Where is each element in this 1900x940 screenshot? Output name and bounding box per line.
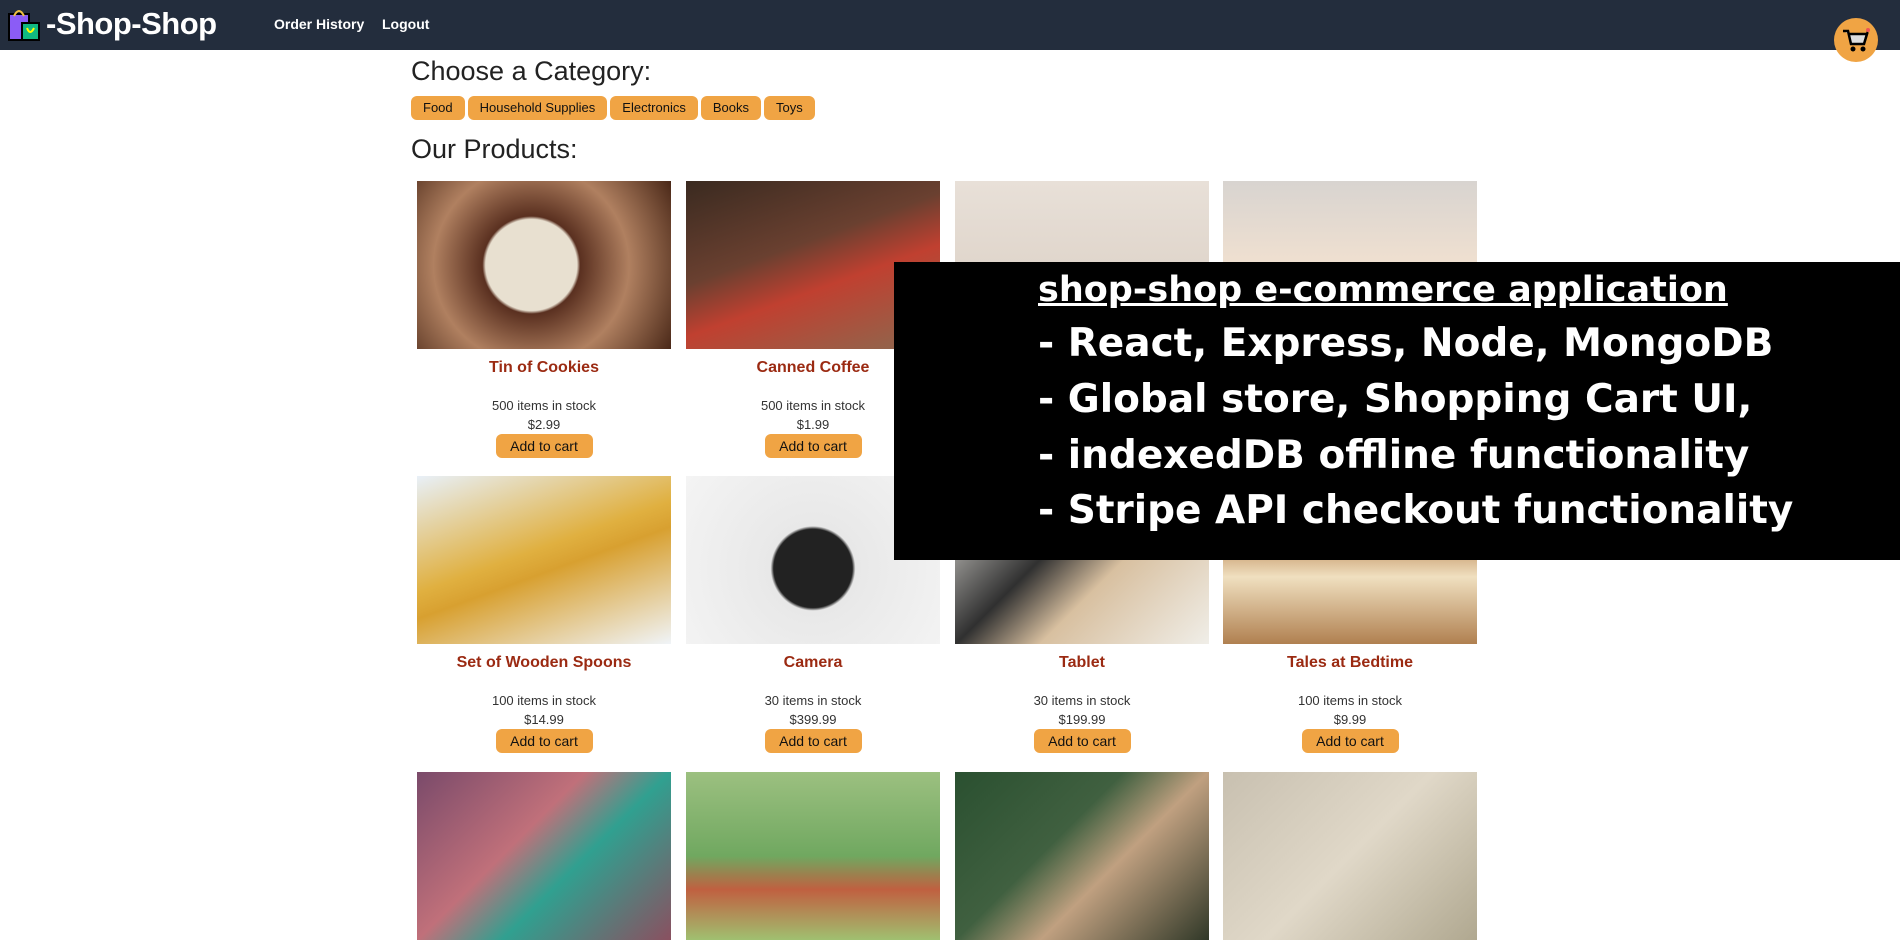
category-household-supplies[interactable]: Household Supplies: [467, 96, 608, 120]
product-name[interactable]: Tin of Cookies: [417, 359, 671, 379]
product-name[interactable]: Camera: [686, 654, 940, 674]
product-price: $14.99: [524, 712, 564, 727]
overlay-line: - React, Express, Node, MongoDB: [1038, 321, 1774, 366]
nav-order-history[interactable]: Order History: [274, 16, 364, 32]
product-price: $2.99: [527, 417, 561, 432]
add-to-cart-button[interactable]: Add to cart: [764, 434, 862, 458]
product-price: $199.99: [1058, 712, 1106, 727]
product-card: [955, 772, 1209, 940]
product-name[interactable]: Tablet: [955, 654, 1209, 674]
info-overlay: shop-shop e-commerce application - React…: [894, 262, 1900, 560]
product-stock: 100 items in stock: [491, 693, 597, 708]
category-electronics[interactable]: Electronics: [610, 96, 698, 120]
product-image[interactable]: [955, 772, 1209, 940]
product-price: $399.99: [789, 712, 837, 727]
product-image[interactable]: [417, 476, 671, 644]
product-stock: 100 items in stock: [1297, 693, 1403, 708]
add-to-cart-button[interactable]: Add to cart: [1301, 729, 1399, 753]
product-card: [1223, 772, 1477, 940]
product-name[interactable]: Tales at Bedtime: [1223, 654, 1477, 674]
category-food[interactable]: Food: [411, 96, 465, 120]
add-to-cart-button[interactable]: Add to cart: [764, 729, 862, 753]
product-stock: 30 items in stock: [1033, 693, 1131, 708]
product-price: $9.99: [1333, 712, 1367, 727]
overlay-line: - Global store, Shopping Cart UI,: [1038, 377, 1753, 422]
cart-button[interactable]: [1834, 18, 1878, 62]
brand-logo[interactable]: -Shop-Shop: [46, 6, 217, 42]
products-heading: Our Products:: [411, 134, 578, 164]
category-heading: Choose a Category:: [411, 56, 652, 86]
product-card: Tin of Cookies 500 items in stock $2.99 …: [417, 181, 671, 458]
product-image[interactable]: [686, 772, 940, 940]
product-stock: 30 items in stock: [764, 693, 862, 708]
overlay-line: - indexedDB offline functionality: [1038, 433, 1750, 478]
add-to-cart-button[interactable]: Add to cart: [495, 434, 593, 458]
product-card: Set of Wooden Spoons 100 items in stock …: [417, 476, 671, 753]
category-books[interactable]: Books: [700, 96, 761, 120]
product-card: [686, 772, 940, 940]
overlay-line: - Stripe API checkout functionality: [1038, 488, 1794, 533]
shopping-cart-icon: [1843, 28, 1870, 52]
product-stock: 500 items in stock: [491, 398, 597, 413]
product-name[interactable]: Set of Wooden Spoons: [417, 654, 671, 674]
add-to-cart-button[interactable]: Add to cart: [1033, 729, 1131, 753]
category-toys[interactable]: Toys: [764, 96, 815, 120]
product-card: [417, 772, 671, 940]
overlay-title: shop-shop e-commerce application: [1038, 270, 1728, 310]
add-to-cart-button[interactable]: Add to cart: [495, 729, 593, 753]
shopping-bag-icon: [8, 10, 40, 41]
product-image[interactable]: [1223, 772, 1477, 940]
product-image[interactable]: [417, 772, 671, 940]
top-nav: -Shop-Shop Order History Logout: [0, 0, 1900, 50]
product-image[interactable]: [417, 181, 671, 349]
nav-logout[interactable]: Logout: [382, 16, 429, 32]
category-list: Food Household Supplies Electronics Book…: [411, 96, 815, 120]
